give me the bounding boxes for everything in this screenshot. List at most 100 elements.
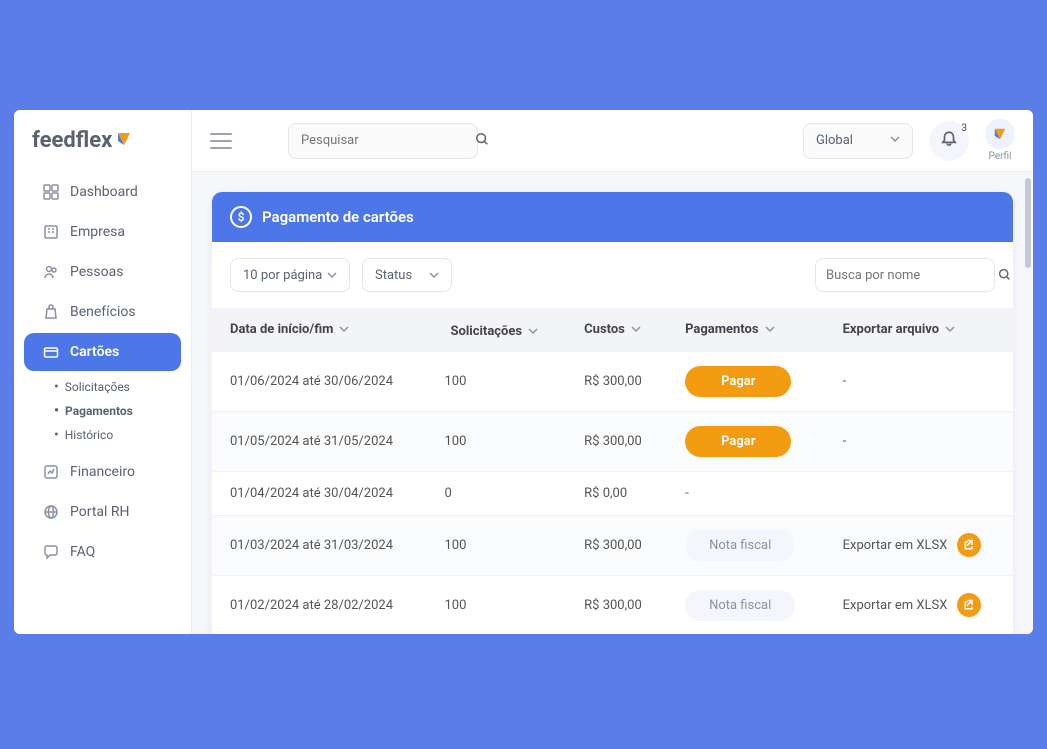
cell-requests: 100: [426, 515, 566, 575]
chat-icon: [42, 543, 60, 561]
profile-label: Perfil: [989, 151, 1012, 162]
export-label: Exportar em XLSX: [843, 598, 948, 613]
payments-table: Data de início/fim Solicitações Custos P…: [212, 308, 1013, 634]
table-search-input[interactable]: [826, 268, 992, 283]
cell-requests: 100: [426, 575, 566, 634]
sidebar-item-label: Pessoas: [70, 264, 123, 280]
table-row: 01/06/2024 até 30/06/2024100R$ 300,00Pag…: [212, 351, 1013, 411]
col-export[interactable]: Exportar arquivo: [825, 308, 1013, 351]
filters-row: 10 por página Status: [212, 242, 1013, 308]
dollar-icon: $: [230, 206, 252, 228]
notifications-button[interactable]: 3: [929, 121, 969, 161]
bell-icon: [940, 130, 958, 152]
brand-name: feedflex: [32, 128, 112, 153]
subnav-historico[interactable]: Histórico: [54, 423, 191, 447]
page-title: Pagamento de cartões: [262, 208, 414, 226]
sidebar-item-portal-rh[interactable]: Portal RH: [24, 493, 181, 531]
export-label: Exportar em XLSX: [843, 538, 948, 553]
app-frame: feedflex Dashboard Empresa Pessoas Benef…: [14, 110, 1033, 634]
invoice-button[interactable]: Nota fiscal: [685, 590, 795, 621]
table-row: 01/04/2024 até 30/04/20240R$ 0,00-: [212, 471, 1013, 515]
sidebar-item-label: Benefícios: [70, 304, 136, 320]
cell-payment: Pagar: [667, 411, 825, 471]
sidebar-item-beneficios[interactable]: Benefícios: [24, 293, 181, 331]
per-page-select[interactable]: 10 por página: [230, 258, 350, 292]
chevron-down-icon: [890, 133, 900, 148]
payments-card: $ Pagamento de cartões 10 por página Sta…: [212, 192, 1013, 634]
sidebar-item-empresa[interactable]: Empresa: [24, 213, 181, 251]
cell-requests: 100: [426, 351, 566, 411]
table-row: 01/03/2024 até 31/03/2024100R$ 300,00Not…: [212, 515, 1013, 575]
card-icon: [42, 343, 60, 361]
cell-requests: 100: [426, 411, 566, 471]
cell-date: 01/06/2024 até 30/06/2024: [212, 351, 426, 411]
sidebar-item-label: Portal RH: [70, 504, 130, 520]
scope-dropdown[interactable]: Global: [803, 123, 913, 159]
status-select[interactable]: Status: [362, 258, 452, 292]
topbar: Global 3 Perfil: [192, 110, 1033, 172]
card-header: $ Pagamento de cartões: [212, 192, 1013, 242]
sidebar-item-label: FAQ: [70, 544, 95, 560]
cell-date: 01/02/2024 até 28/02/2024: [212, 575, 426, 634]
cell-export: [825, 471, 1013, 515]
subnav-pagamentos[interactable]: Pagamentos: [54, 399, 191, 423]
col-requests[interactable]: Solicitações: [426, 308, 566, 351]
invoice-button[interactable]: Nota fiscal: [685, 530, 795, 561]
logo-icon: [116, 128, 132, 153]
sidebar-item-cartoes[interactable]: Cartões: [24, 333, 181, 371]
table-search[interactable]: [815, 258, 995, 292]
cell-requests: 0: [426, 471, 566, 515]
sidebar-item-label: Cartões: [70, 344, 119, 360]
sidebar-item-faq[interactable]: FAQ: [24, 533, 181, 571]
sidebar-item-financeiro[interactable]: Financeiro: [24, 453, 181, 491]
nav-list: Dashboard Empresa Pessoas Benefícios Car…: [14, 173, 191, 371]
pay-button[interactable]: Pagar: [685, 366, 791, 397]
bag-icon: [42, 303, 60, 321]
col-costs[interactable]: Custos: [566, 308, 667, 351]
avatar: [985, 119, 1015, 149]
main-area: Global 3 Perfil $ Pagamento de cartões: [192, 110, 1033, 634]
content: $ Pagamento de cartões 10 por página Sta…: [192, 172, 1033, 634]
sidebar: feedflex Dashboard Empresa Pessoas Benef…: [14, 110, 192, 634]
menu-toggle-icon[interactable]: [210, 133, 232, 149]
globe-icon: [42, 503, 60, 521]
chart-icon: [42, 463, 60, 481]
search-input[interactable]: [301, 133, 467, 148]
sidebar-item-label: Dashboard: [70, 184, 138, 200]
table-row: 01/02/2024 até 28/02/2024100R$ 300,00Not…: [212, 575, 1013, 634]
sidebar-item-pessoas[interactable]: Pessoas: [24, 253, 181, 291]
search-icon: [475, 131, 489, 150]
notification-count: 3: [961, 123, 967, 134]
table-row: 01/05/2024 até 31/05/2024100R$ 300,00 Pag…: [212, 411, 1013, 471]
subnav-solicitacoes[interactable]: Solicitações: [54, 375, 191, 399]
global-search[interactable]: [288, 123, 478, 159]
cell-costs: R$ 300,00: [566, 411, 667, 471]
sidebar-item-dashboard[interactable]: Dashboard: [24, 173, 181, 211]
col-payments[interactable]: Pagamentos: [667, 308, 825, 351]
sidebar-item-label: Financeiro: [70, 464, 135, 480]
export-icon[interactable]: [957, 533, 981, 557]
cell-export: -: [825, 411, 1013, 471]
cell-payment: -: [667, 471, 825, 515]
cell-date: 01/05/2024 até 31/05/2024: [212, 411, 426, 471]
logo: feedflex: [14, 128, 191, 171]
cell-export: Exportar em XLSX: [825, 575, 1013, 634]
cell-payment: Nota fiscal: [667, 575, 825, 634]
dashboard-icon: [42, 183, 60, 201]
cell-export: Exportar em XLSX: [825, 515, 1013, 575]
sidebar-item-label: Empresa: [70, 224, 125, 240]
cell-payment: Pagar: [667, 351, 825, 411]
people-icon: [42, 263, 60, 281]
profile-menu[interactable]: Perfil: [985, 119, 1015, 162]
scope-label: Global: [816, 133, 853, 148]
col-date[interactable]: Data de início/fim: [212, 308, 426, 351]
export-icon[interactable]: [957, 593, 981, 617]
cell-export: -: [825, 351, 1013, 411]
pay-button[interactable]: Pagar: [685, 426, 791, 457]
scrollbar[interactable]: [1025, 178, 1031, 268]
table-header-row: Data de início/fim Solicitações Custos P…: [212, 308, 1013, 351]
cell-payment: Nota fiscal: [667, 515, 825, 575]
search-icon: [998, 266, 1011, 285]
nav-list-lower: Financeiro Portal RH FAQ: [14, 453, 191, 571]
cell-date: 01/03/2024 até 31/03/2024: [212, 515, 426, 575]
